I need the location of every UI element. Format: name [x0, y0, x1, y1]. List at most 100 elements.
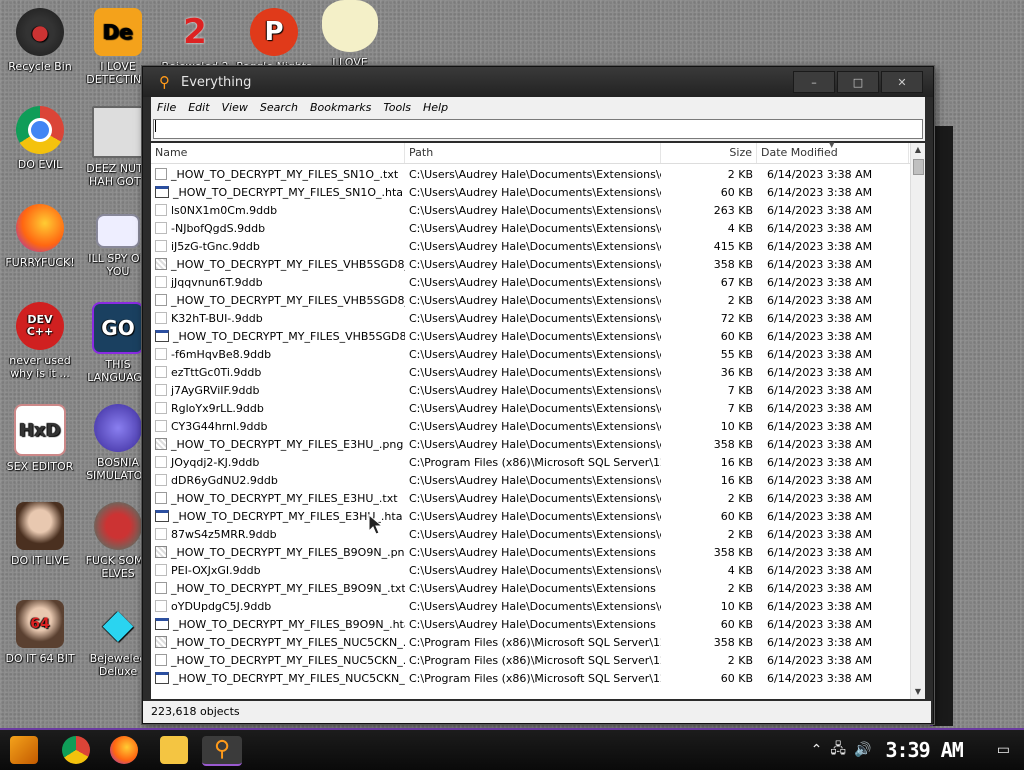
chrome-icon[interactable]	[62, 736, 90, 764]
search-input[interactable]	[153, 119, 923, 139]
file-date: 6/14/2023 3:38 AM	[767, 203, 873, 217]
table-row[interactable]: _HOW_TO_DECRYPT_MY_FILES_E3HU_.png C:\Use…	[151, 435, 909, 453]
menu-file[interactable]: File	[151, 101, 182, 114]
table-row[interactable]: ls0NX1m0Cm.9ddb C:\Users\Audrey Hale\Docu…	[151, 201, 909, 219]
table-row[interactable]: JOyqdj2-KJ.9ddb C:\Program Files (x86)\Mi…	[151, 453, 909, 471]
money-bag-icon	[322, 0, 378, 52]
file-size: 2 KB	[727, 167, 753, 181]
clock[interactable]: 3:39 AM	[885, 738, 963, 762]
table-row[interactable]: _HOW_TO_DECRYPT_MY_FILES_VHB5SGD8_.... C:…	[151, 255, 909, 273]
file-blank-icon	[155, 402, 167, 414]
table-row[interactable]: jJqqvnun6T.9ddb C:\Users\Audrey Hale\Docu…	[151, 273, 909, 291]
menu-bookmarks[interactable]: Bookmarks	[304, 101, 377, 114]
desktop-icon-devcpp[interactable]: DEV C++ never used why is it ...	[0, 302, 80, 380]
scroll-down-icon[interactable]: ▼	[911, 685, 925, 699]
file-name: _HOW_TO_DECRYPT_MY_FILES_B9O9N_.hta	[173, 617, 405, 631]
file-date: 6/14/2023 3:38 AM	[767, 491, 873, 505]
file-name-cell: _HOW_TO_DECRYPT_MY_FILES_E3HU_.hta	[151, 510, 405, 523]
file-size: 36 KB	[720, 365, 753, 379]
file-size: 60 KB	[720, 329, 753, 343]
table-row[interactable]: K32hT-BUI-.9ddb C:\Users\Audrey Hale\Docu…	[151, 309, 909, 327]
table-row[interactable]: -NJbofQgdS.9ddb C:\Users\Audrey Hale\Docu…	[151, 219, 909, 237]
start-icon[interactable]	[10, 736, 38, 764]
table-row[interactable]: _HOW_TO_DECRYPT_MY_FILES_B9O9N_.hta C:\Us…	[151, 615, 909, 633]
stacked-windows-icon	[92, 106, 144, 158]
close-button[interactable]: ✕	[881, 71, 923, 93]
file-path: C:\Users\Audrey Hale\Documents\Extension…	[409, 563, 661, 577]
file-size: 2 KB	[727, 527, 753, 541]
chevron-up-icon[interactable]: ⌃	[811, 742, 823, 758]
table-row[interactable]: _HOW_TO_DECRYPT_MY_FILES_VHB5SGD8_.txt C:…	[151, 291, 909, 309]
table-row[interactable]: _HOW_TO_DECRYPT_MY_FILES_NUC5CKN_.png C:\…	[151, 633, 909, 651]
column-header-size[interactable]: Size	[661, 143, 757, 163]
table-row[interactable]: _HOW_TO_DECRYPT_MY_FILES_SN1O_.hta C:\Use…	[151, 183, 909, 201]
table-row[interactable]: -f6mHqvBe8.9ddb C:\Users\Audrey Hale\Docu…	[151, 345, 909, 363]
desktop-icon-furryfuck[interactable]: FURRYFUCK!	[0, 204, 80, 269]
table-row[interactable]: PEI-OXJxGI.9ddb C:\Users\Audrey Hale\Docu…	[151, 561, 909, 579]
desktop-icon-i-love[interactable]: I LOVE	[310, 0, 390, 66]
notification-icon[interactable]: ▭	[997, 742, 1010, 758]
table-row[interactable]: oYDUpdgC5J.9ddb C:\Users\Audrey Hale\Docu…	[151, 597, 909, 615]
file-path: C:\Users\Audrey Hale\Documents\Extension…	[409, 203, 661, 217]
file-path: C:\Program Files (x86)\Microsoft SQL Ser…	[409, 653, 661, 667]
menu-edit[interactable]: Edit	[182, 101, 215, 114]
table-row[interactable]: _HOW_TO_DECRYPT_MY_FILES_E3HU_.txt C:\Use…	[151, 489, 909, 507]
table-row[interactable]: iJ5zG-tGnc.9ddb C:\Users\Audrey Hale\Docu…	[151, 237, 909, 255]
desktop-icon-label: DO IT LIVE	[11, 554, 69, 567]
file-name: -f6mHqvBe8.9ddb	[171, 347, 272, 361]
column-header-path[interactable]: Path	[405, 143, 661, 163]
desktop-icon-peggle[interactable]: P Peggle Nights	[234, 8, 314, 70]
minimize-button[interactable]: –	[793, 71, 835, 93]
table-row[interactable]: _HOW_TO_DECRYPT_MY_FILES_B9O9N_.png C:\Us…	[151, 543, 909, 561]
table-row[interactable]: RgloYx9rLL.9ddb C:\Users\Audrey Hale\Docu…	[151, 399, 909, 417]
file-date: 6/14/2023 3:38 AM	[767, 257, 873, 271]
title-bar[interactable]: ⚲ Everything – □ ✕	[143, 67, 933, 97]
file-png-icon	[155, 438, 167, 450]
desktop-icon-hxd[interactable]: HxD SEX EDITOR	[0, 404, 80, 473]
file-blank-icon	[155, 528, 167, 540]
table-row[interactable]: j7AyGRViIF.9ddb C:\Users\Audrey Hale\Docu…	[151, 381, 909, 399]
table-row[interactable]: _HOW_TO_DECRYPT_MY_FILES_NUC5CKN_.txt C:\…	[151, 651, 909, 669]
desktop-icon-64bit[interactable]: 64 DO IT 64 BIT	[0, 600, 80, 665]
table-row[interactable]: _HOW_TO_DECRYPT_MY_FILES_VHB5SGD8_.hta C:…	[151, 327, 909, 345]
maximize-button[interactable]: □	[837, 71, 879, 93]
desktop-icon-do-it-live[interactable]: DO IT LIVE	[0, 502, 80, 567]
portrait-icon	[16, 502, 64, 550]
file-path: C:\Users\Audrey Hale\Documents\Extension…	[409, 185, 661, 199]
file-explorer-icon[interactable]	[160, 736, 188, 764]
menu-search[interactable]: Search	[254, 101, 304, 114]
menu-view[interactable]: View	[216, 101, 254, 114]
sort-arrow-icon: ▼	[829, 141, 835, 149]
table-row[interactable]: ezTttGc0Ti.9ddb C:\Users\Audrey Hale\Docu…	[151, 363, 909, 381]
file-path: C:\Users\Audrey Hale\Documents\Extension…	[409, 599, 661, 613]
file-name-cell: jJqqvnun6T.9ddb	[151, 276, 405, 289]
table-row[interactable]: dDR6yGdNU2.9ddb C:\Users\Audrey Hale\Docu…	[151, 471, 909, 489]
volume-icon[interactable]: 🔊	[854, 742, 871, 758]
table-row[interactable]: _HOW_TO_DECRYPT_MY_FILES_E3HU_.hta C:\Use…	[151, 507, 909, 525]
file-path: C:\Users\Audrey Hale\Documents\Extension…	[409, 437, 661, 451]
table-row[interactable]: CY3G44hrnl.9ddb C:\Users\Audrey Hale\Docu…	[151, 417, 909, 435]
menu-help[interactable]: Help	[417, 101, 454, 114]
table-row[interactable]: _HOW_TO_DECRYPT_MY_FILES_B9O9N_.txt C:\Us…	[151, 579, 909, 597]
file-size: 4 KB	[727, 221, 753, 235]
desktop-icon-recycle-bin[interactable]: ● Recycle Bin	[0, 8, 80, 73]
firefox-icon[interactable]	[110, 736, 138, 764]
file-png-icon	[155, 546, 167, 558]
table-row[interactable]: _HOW_TO_DECRYPT_MY_FILES_SN1O_.txt C:\Use…	[151, 165, 909, 183]
table-row[interactable]: 87wS4z5MRR.9ddb C:\Users\Audrey Hale\Docu…	[151, 525, 909, 543]
scroll-up-icon[interactable]: ▲	[911, 143, 925, 157]
desktop-icon-bejeweled2[interactable]: 2 Bejeweled 2	[155, 8, 235, 71]
network-icon[interactable]: 🖧	[830, 738, 846, 762]
file-size: 358 KB	[713, 545, 753, 559]
file-path: C:\Program Files (x86)\Microsoft SQL Ser…	[409, 671, 661, 685]
everything-taskbar-icon[interactable]: ⚲	[202, 736, 242, 766]
desktop-icon-do-evil[interactable]: DO EVIL	[0, 106, 80, 171]
table-row[interactable]: _HOW_TO_DECRYPT_MY_FILES_NUC5CKN_.hta C:\…	[151, 669, 909, 687]
vertical-scrollbar[interactable]: ▲ ▼	[910, 143, 925, 699]
file-name: jJqqvnun6T.9ddb	[171, 275, 263, 289]
file-date: 6/14/2023 3:38 AM	[767, 617, 873, 631]
menu-tools[interactable]: Tools	[377, 101, 417, 114]
scroll-thumb[interactable]	[913, 159, 924, 175]
column-header-name[interactable]: Name	[151, 143, 405, 163]
file-path: C:\Program Files (x86)\Microsoft SQL Ser…	[409, 455, 661, 469]
